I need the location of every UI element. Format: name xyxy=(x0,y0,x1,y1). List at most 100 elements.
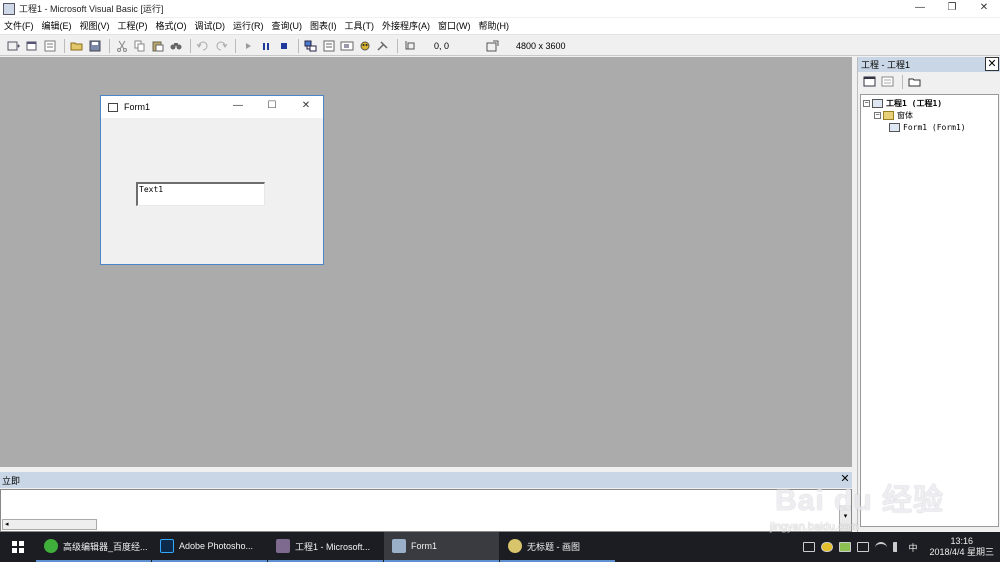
toolbox-icon[interactable] xyxy=(375,39,391,53)
project-explorer-close-button[interactable]: ✕ xyxy=(985,57,999,71)
photoshop-icon xyxy=(160,539,174,553)
tree-collapse-icon[interactable]: − xyxy=(874,111,881,119)
stop-icon[interactable] xyxy=(276,39,292,53)
clock[interactable]: 13:16 2018/4/4 星期三 xyxy=(929,536,994,558)
tree-label-project: 工程1 (工程1) xyxy=(886,98,943,108)
pause-icon[interactable] xyxy=(258,39,274,53)
horizontal-scrollbar[interactable]: ◂ xyxy=(2,519,97,530)
app-tray-icon[interactable] xyxy=(839,542,852,552)
toolbar-separator xyxy=(64,38,65,53)
tree-node-project[interactable]: − 工程1 (工程1) xyxy=(863,97,998,109)
ime-indicator[interactable]: 中 xyxy=(908,541,917,554)
start-icon[interactable] xyxy=(240,39,256,53)
volume-icon[interactable] xyxy=(893,542,901,552)
taskbar-item-photoshop[interactable]: Adobe Photosho... xyxy=(152,532,267,562)
standard-toolbar: 0, 0 4800 x 3600 xyxy=(0,36,1000,56)
open-project-icon[interactable] xyxy=(69,39,85,53)
copy-icon[interactable] xyxy=(132,39,148,53)
toggle-folders-icon[interactable] xyxy=(907,75,923,89)
minimize-button[interactable]: — xyxy=(904,0,936,17)
redo-icon[interactable] xyxy=(213,39,229,53)
form1-close-button[interactable]: ✕ xyxy=(289,96,323,116)
text1-textbox[interactable]: Text1 xyxy=(136,182,265,206)
system-tray: 中 13:16 2018/4/4 星期三 xyxy=(800,532,1000,562)
clock-date: 2018/4/4 星期三 xyxy=(929,547,994,557)
taskbar-item-form1[interactable]: Form1 xyxy=(384,532,499,562)
taskbar-item-baidu-editor[interactable]: 高级编辑器_百度经... xyxy=(36,532,151,562)
form1-window-controls: — ☐ ✕ xyxy=(221,96,323,116)
menu-file[interactable]: 文件(F) xyxy=(0,18,38,35)
form-icon xyxy=(108,102,118,112)
menu-debug[interactable]: 调试(D) xyxy=(191,18,230,35)
keyboard-icon[interactable] xyxy=(803,542,816,552)
tree-collapse-icon[interactable]: − xyxy=(863,99,870,107)
menu-addins[interactable]: 外接程序(A) xyxy=(378,18,434,35)
immediate-window-title: 立即 xyxy=(2,475,21,486)
undo-icon[interactable] xyxy=(195,39,211,53)
menu-editor-icon[interactable] xyxy=(42,39,58,53)
save-project-icon[interactable] xyxy=(87,39,103,53)
paint-icon xyxy=(508,539,522,553)
folder-icon xyxy=(883,110,894,120)
object-browser-icon[interactable] xyxy=(357,39,373,53)
add-form-icon[interactable] xyxy=(24,39,40,53)
paste-icon[interactable] xyxy=(150,39,166,53)
project-explorer-title: 工程 - 工程1 xyxy=(861,60,911,70)
task-label: 无标题 - 画图 xyxy=(527,541,580,552)
view-code-icon[interactable] xyxy=(862,75,878,89)
window-controls: — ❐ ✕ xyxy=(904,0,1000,17)
menu-format[interactable]: 格式(O) xyxy=(152,18,191,35)
immediate-window[interactable]: ◂ ▾ xyxy=(0,489,852,532)
position-readout: 0, 0 xyxy=(434,40,450,51)
menu-query[interactable]: 查询(U) xyxy=(268,18,307,35)
menu-help[interactable]: 帮助(H) xyxy=(475,18,514,35)
form1-maximize-button[interactable]: ☐ xyxy=(255,96,289,116)
form1-caption: Form1 xyxy=(124,102,151,112)
tree-node-form1[interactable]: Form1 (Form1) xyxy=(863,121,998,133)
network-icon[interactable] xyxy=(875,542,888,552)
toolbar-separator xyxy=(397,38,398,53)
restore-button[interactable]: ❐ xyxy=(936,0,968,17)
form1-minimize-button[interactable]: — xyxy=(221,96,255,116)
task-label: 工程1 - Microsoft... xyxy=(295,541,371,552)
menu-view[interactable]: 视图(V) xyxy=(76,18,114,35)
project-icon xyxy=(872,98,883,108)
view-object-icon[interactable] xyxy=(880,75,896,89)
add-project-icon[interactable] xyxy=(6,39,22,53)
task-label: Adobe Photosho... xyxy=(179,541,254,551)
properties-window-icon[interactable] xyxy=(321,39,337,53)
tree-node-forms-folder[interactable]: − 窗体 xyxy=(863,109,998,121)
form-layout-icon[interactable] xyxy=(339,39,355,53)
tree-label-forms: 窗体 xyxy=(897,110,913,120)
baidu-watermark: Bai du 经验 jingyan.baidu.com xyxy=(750,455,1000,535)
form-icon xyxy=(889,122,900,132)
project-explorer-icon[interactable] xyxy=(303,39,319,53)
toolbar-separator xyxy=(190,38,191,53)
menu-run[interactable]: 运行(R) xyxy=(229,18,268,35)
menu-edit[interactable]: 编辑(E) xyxy=(38,18,76,35)
menu-project[interactable]: 工程(P) xyxy=(114,18,152,35)
menu-window[interactable]: 窗口(W) xyxy=(434,18,475,35)
close-button[interactable]: ✕ xyxy=(968,0,1000,17)
battery-icon[interactable] xyxy=(857,542,870,552)
tree-label-form1: Form1 (Form1) xyxy=(903,122,966,132)
taskbar-item-visual-basic[interactable]: 工程1 - Microsoft... xyxy=(268,532,383,562)
toolbar-separator xyxy=(109,38,110,53)
security-icon[interactable] xyxy=(821,542,834,552)
form1-title-bar[interactable]: Form1 — ☐ ✕ xyxy=(101,96,323,118)
menu-diagram[interactable]: 图表(I) xyxy=(306,18,341,35)
start-button[interactable] xyxy=(0,532,36,562)
menu-tools[interactable]: 工具(T) xyxy=(341,18,379,35)
form1-window[interactable]: Form1 — ☐ ✕ Text1 xyxy=(100,95,324,265)
vb-app-icon xyxy=(276,539,290,553)
watermark-url: jingyan.baidu.com xyxy=(770,521,859,533)
position-icon xyxy=(402,39,418,53)
taskbar-item-paint[interactable]: 无标题 - 画图 xyxy=(500,532,615,562)
windows-logo-icon xyxy=(12,541,24,553)
project-explorer-header: 工程 - 工程1 ✕ xyxy=(858,57,1000,72)
size-icon xyxy=(484,39,500,53)
title-bar: 工程1 - Microsoft Visual Basic [运行] — ❐ ✕ xyxy=(0,0,1000,17)
find-icon[interactable] xyxy=(168,39,184,53)
project-explorer-toolbar xyxy=(858,72,1000,92)
cut-icon[interactable] xyxy=(114,39,130,53)
